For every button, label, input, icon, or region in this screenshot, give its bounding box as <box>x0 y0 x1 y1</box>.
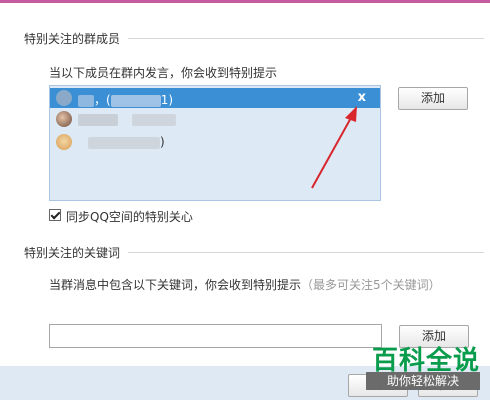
blurred-name <box>78 94 94 107</box>
blurred-name <box>88 136 160 149</box>
annotation-arrow <box>311 106 357 189</box>
members-section-title: 特别关注的群成员 <box>24 32 121 46</box>
keywords-section-description: 当群消息中包含以下关键词，你会收到特别提示（最多可关注5个关键词） <box>49 278 441 292</box>
blurred-name <box>110 94 161 107</box>
sync-qzone-label: 同步QQ空间的特别关心 <box>66 210 193 224</box>
keyword-input[interactable] <box>49 324 382 348</box>
add-member-button[interactable]: 添加 <box>398 87 468 110</box>
blurred-name <box>132 113 176 126</box>
blurred-name <box>78 113 118 126</box>
keywords-limit-hint: （最多可关注5个关键词） <box>301 278 441 292</box>
members-section-divider <box>128 38 484 39</box>
keywords-section-title: 特别关注的关键词 <box>24 246 121 260</box>
window-top-border <box>0 0 490 3</box>
member-avatar <box>56 111 72 127</box>
members-section-description: 当以下成员在群内发言，你会收到特别提示 <box>49 66 278 80</box>
member-avatar <box>56 134 72 150</box>
watermark-subtitle: 助你轻松解决 <box>366 372 480 390</box>
member-name: ) <box>78 135 165 149</box>
sync-qzone-checkbox[interactable] <box>49 209 61 221</box>
member-name: ，(1) <box>78 91 173 108</box>
watermark-logo: 百科全说 助你轻松解决 <box>352 340 480 390</box>
member-name <box>78 112 176 126</box>
member-avatar <box>56 90 72 106</box>
keywords-section-divider <box>128 252 484 253</box>
